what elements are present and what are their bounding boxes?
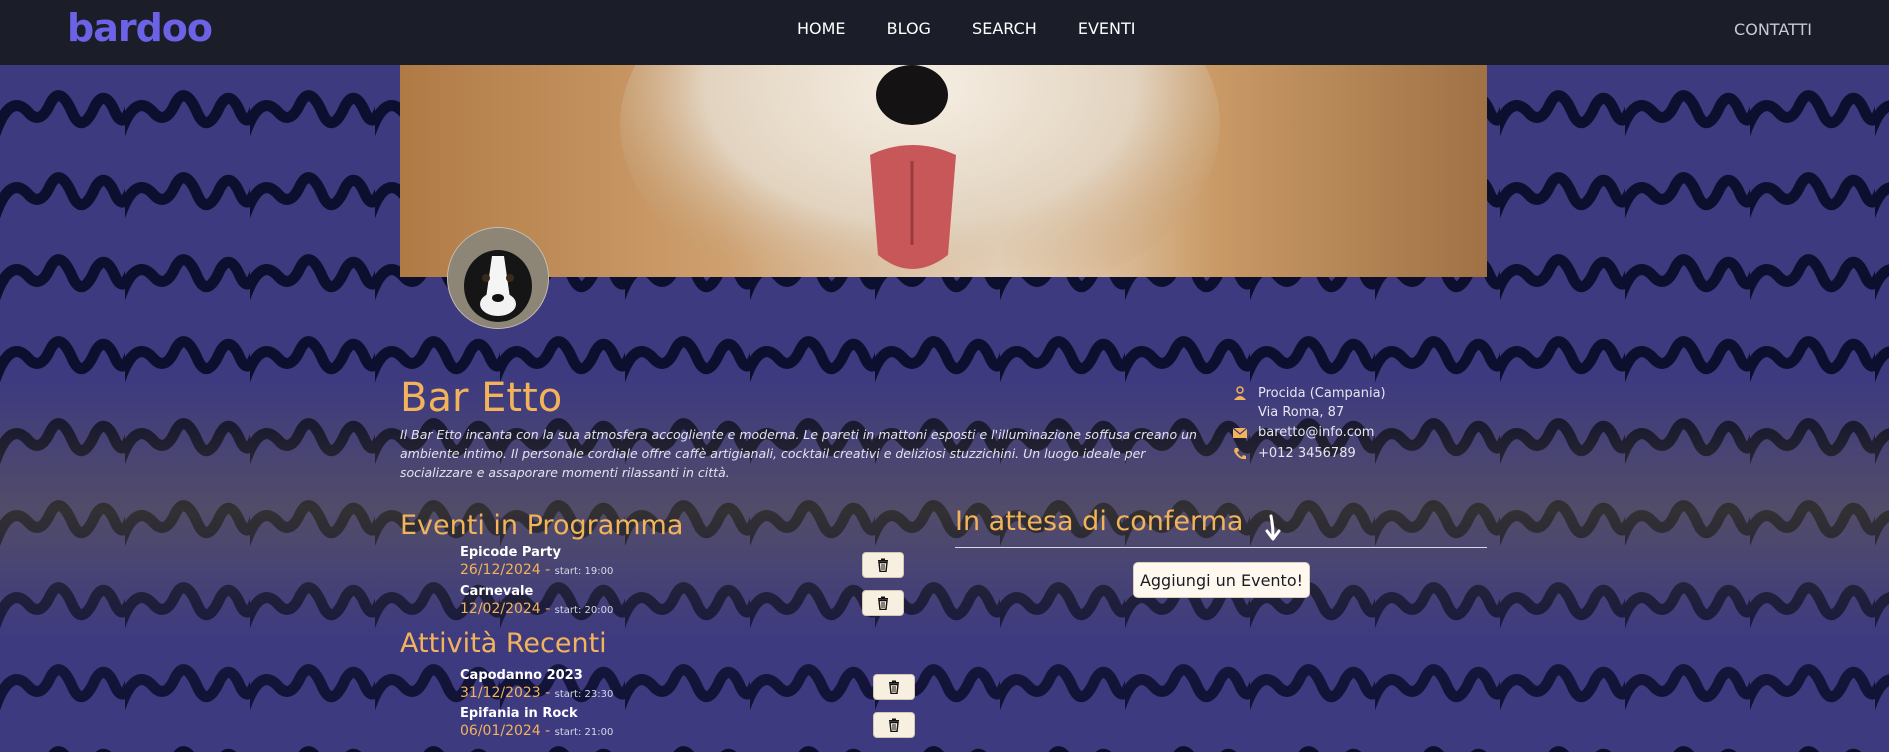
logo[interactable]: bardoo — [67, 6, 213, 50]
phone-icon — [1232, 446, 1254, 462]
avatar[interactable] — [447, 227, 549, 329]
upcoming-title: Eventi in Programma — [400, 510, 684, 541]
nav-search[interactable]: SEARCH — [972, 19, 1037, 38]
envelope-icon — [1232, 425, 1254, 441]
list-item: Epicode Party 26/12/2024 - start: 19:00 — [460, 545, 613, 578]
nav-blog[interactable]: BLOG — [887, 19, 931, 38]
phone-row: +012 3456789 — [1232, 446, 1386, 462]
trash-icon — [878, 596, 888, 610]
nav-contatti[interactable]: CONTATTI — [1734, 20, 1812, 39]
pending-title: In attesa di conferma — [955, 506, 1244, 537]
trash-icon — [878, 558, 888, 572]
navbar: bardoo HOME BLOG SEARCH EVENTI CONTATTI — [0, 0, 1889, 65]
event-name: Carnevale — [460, 584, 534, 599]
location-row: Procida (Campania) Via Roma, 87 — [1232, 386, 1386, 420]
delete-event-button[interactable] — [862, 590, 904, 616]
event-date: 12/02/2024 - start: 20:00 — [460, 601, 614, 617]
event-name: Capodanno 2023 — [460, 668, 583, 683]
recent-title: Attività Recenti — [400, 628, 607, 659]
list-item: Capodanno 2023 31/12/2023 - start: 23:30 — [460, 668, 613, 701]
nav-home[interactable]: HOME — [797, 19, 846, 38]
delete-event-button[interactable] — [862, 552, 904, 578]
arrow-down-icon[interactable] — [1263, 514, 1283, 546]
email-row: baretto@info.com — [1232, 425, 1386, 441]
event-date: 06/01/2024 - start: 21:00 — [460, 723, 614, 739]
event-date: 26/12/2024 - start: 19:00 — [460, 562, 614, 578]
delete-event-button[interactable] — [873, 712, 915, 738]
venue-description: Il Bar Etto incanta con la sua atmosfera… — [400, 427, 1197, 480]
venue-address: Via Roma, 87 — [1258, 405, 1345, 420]
add-event-button[interactable]: Aggiungi un Evento! — [1133, 562, 1310, 598]
venue-email[interactable]: baretto@info.com — [1258, 425, 1374, 440]
venue-info: Procida (Campania) Via Roma, 87 baretto@… — [1232, 386, 1386, 467]
nav-links: HOME BLOG SEARCH EVENTI — [797, 19, 1172, 38]
event-date: 31/12/2023 - start: 23:30 — [460, 685, 614, 701]
cover-image — [400, 65, 1487, 277]
venue-phone[interactable]: +012 3456789 — [1258, 446, 1356, 461]
event-name: Epifania in Rock — [460, 706, 578, 721]
list-item: Carnevale 12/02/2024 - start: 20:00 — [460, 584, 613, 617]
list-item: Epifania in Rock 06/01/2024 - start: 21:… — [460, 706, 613, 739]
venue-location: Procida (Campania) — [1258, 386, 1386, 401]
trash-icon — [889, 680, 899, 694]
pending-divider — [955, 547, 1487, 548]
venue-name: Bar Etto — [400, 375, 563, 421]
person-pin-icon — [1232, 386, 1254, 402]
delete-event-button[interactable] — [873, 674, 915, 700]
event-name: Epicode Party — [460, 545, 561, 560]
nav-eventi[interactable]: EVENTI — [1078, 19, 1136, 38]
trash-icon — [889, 718, 899, 732]
